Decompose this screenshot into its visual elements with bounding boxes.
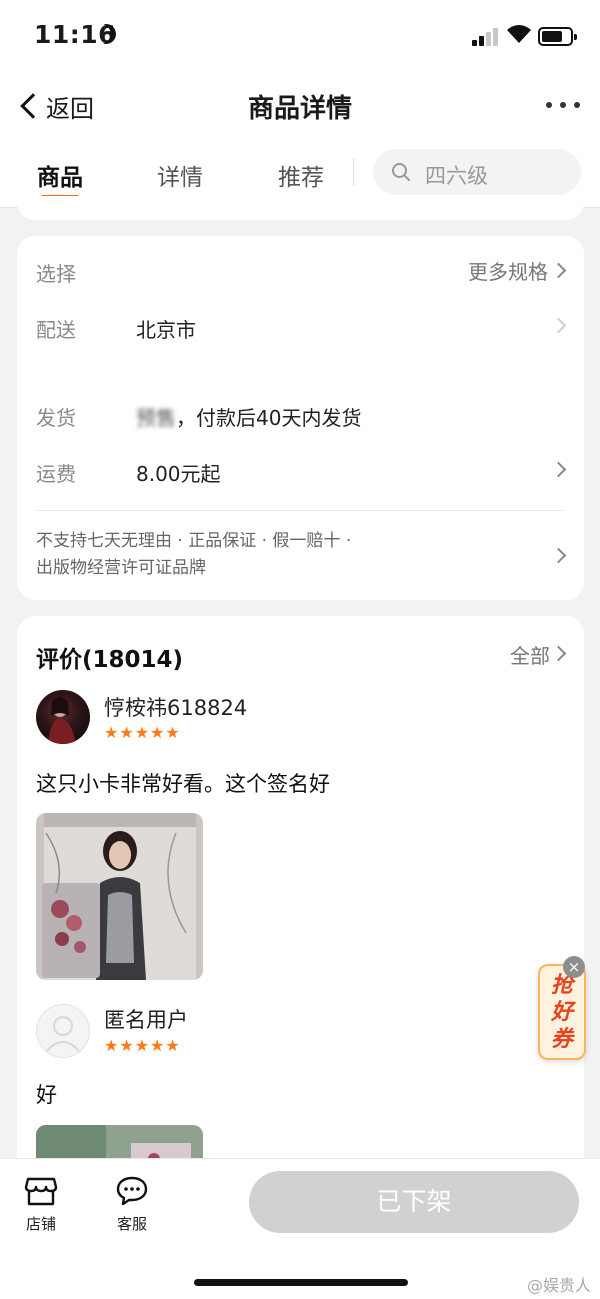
freight-value: 8.00元起 bbox=[136, 462, 221, 486]
tab-recommend[interactable]: 推荐 bbox=[278, 158, 324, 192]
freight-label: 运费 bbox=[36, 462, 76, 486]
select-label: 选择 bbox=[36, 262, 76, 286]
status-bar: 11:16 bbox=[0, 0, 600, 74]
back-button[interactable]: 返回 bbox=[18, 86, 94, 126]
delivery-city: 北京市 bbox=[136, 318, 196, 342]
store-icon bbox=[24, 1177, 58, 1206]
star-rating: ★★★★★ bbox=[104, 1036, 181, 1055]
bottom-action-bar: 店铺 客服 已下架 @娱贵人 bbox=[0, 1158, 600, 1299]
cellular-signal-icon bbox=[472, 28, 498, 46]
shipping-label: 发货 bbox=[36, 406, 76, 430]
star-rating: ★★★★★ bbox=[104, 723, 181, 742]
home-indicator bbox=[194, 1279, 408, 1286]
search-input[interactable]: 四六级 bbox=[373, 149, 581, 195]
store-label: 店铺 bbox=[25, 1215, 56, 1233]
chevron-right-icon[interactable] bbox=[550, 461, 567, 478]
guarantee-line-1: 不支持七天无理由 · 正品保证 · 假一赔十 · bbox=[36, 531, 352, 551]
back-label: 返回 bbox=[46, 94, 94, 123]
review-text: 这只小卡非常好看。这个签名好 bbox=[36, 772, 330, 796]
search-icon bbox=[392, 163, 410, 181]
dot-icon bbox=[560, 102, 566, 108]
wifi-icon bbox=[507, 25, 531, 43]
presale-tag: 预售 bbox=[136, 406, 176, 430]
avatar[interactable] bbox=[36, 1004, 90, 1058]
photo-card-image bbox=[36, 813, 203, 980]
more-specs-link[interactable]: 更多规格 bbox=[468, 256, 548, 285]
grab-coupon-button[interactable]: 抢好券 bbox=[538, 964, 586, 1060]
battery-icon bbox=[538, 27, 577, 46]
previous-card bbox=[17, 196, 584, 220]
store-button[interactable]: 店铺 bbox=[11, 1175, 71, 1234]
chevron-right-icon bbox=[550, 547, 567, 564]
product-info-card: 选择 更多规格 配送 北京市 发货 预售，付款后40天内发货 运费 8.00元起… bbox=[17, 236, 584, 600]
divider bbox=[36, 510, 565, 511]
coupon-label: 抢好券 bbox=[550, 973, 573, 1052]
review-photo[interactable] bbox=[36, 813, 203, 980]
shipping-text: ，付款后40天内发货 bbox=[176, 406, 362, 430]
delivery-address[interactable]: 北京市 bbox=[136, 314, 476, 343]
all-reviews-link[interactable]: 全部 bbox=[510, 640, 550, 669]
customer-service-label: 客服 bbox=[116, 1215, 147, 1233]
delivery-label: 配送 bbox=[36, 318, 76, 342]
more-options-button[interactable] bbox=[546, 102, 580, 108]
guarantee-line-2: 出版物经营许可证品牌 bbox=[36, 558, 206, 578]
tab-divider bbox=[353, 158, 354, 186]
chevron-right-icon bbox=[550, 645, 567, 662]
search-placeholder: 四六级 bbox=[425, 164, 488, 188]
watermark: @娱贵人 bbox=[527, 1276, 592, 1295]
close-icon[interactable]: × bbox=[563, 956, 585, 978]
dot-icon bbox=[574, 102, 580, 108]
dot-icon bbox=[546, 102, 552, 108]
review-username: 悙桉祎618824 bbox=[104, 696, 248, 720]
tab-product[interactable]: 商品 bbox=[37, 158, 83, 192]
anonymous-user-icon bbox=[46, 1016, 80, 1052]
tab-details[interactable]: 详情 bbox=[157, 158, 203, 192]
customer-service-button[interactable]: 客服 bbox=[102, 1175, 162, 1234]
chevron-right-icon bbox=[550, 262, 567, 279]
delisted-button[interactable]: 已下架 bbox=[249, 1171, 579, 1233]
shipping-value: 预售，付款后40天内发货 bbox=[136, 402, 361, 431]
blurred-address bbox=[196, 318, 476, 342]
review-username: 匿名用户 bbox=[104, 1008, 188, 1032]
reviews-card: 评价(18014) 全部 悙桉祎618824 ★★★★★ 这只小卡非常好看。这个… bbox=[17, 616, 584, 1176]
review-text: 好 bbox=[36, 1083, 57, 1107]
service-guarantees[interactable]: 不支持七天无理由 · 正品保证 · 假一赔十 · 出版物经营许可证品牌 bbox=[36, 528, 516, 582]
chevron-right-icon bbox=[550, 317, 567, 334]
avatar-photo bbox=[48, 697, 76, 744]
reviews-title: 评价(18014) bbox=[36, 647, 184, 673]
back-chevron-icon bbox=[20, 93, 46, 119]
nav-bar: 商品详情 返回 bbox=[0, 74, 600, 136]
avatar[interactable] bbox=[36, 690, 90, 744]
chat-icon bbox=[116, 1176, 148, 1206]
